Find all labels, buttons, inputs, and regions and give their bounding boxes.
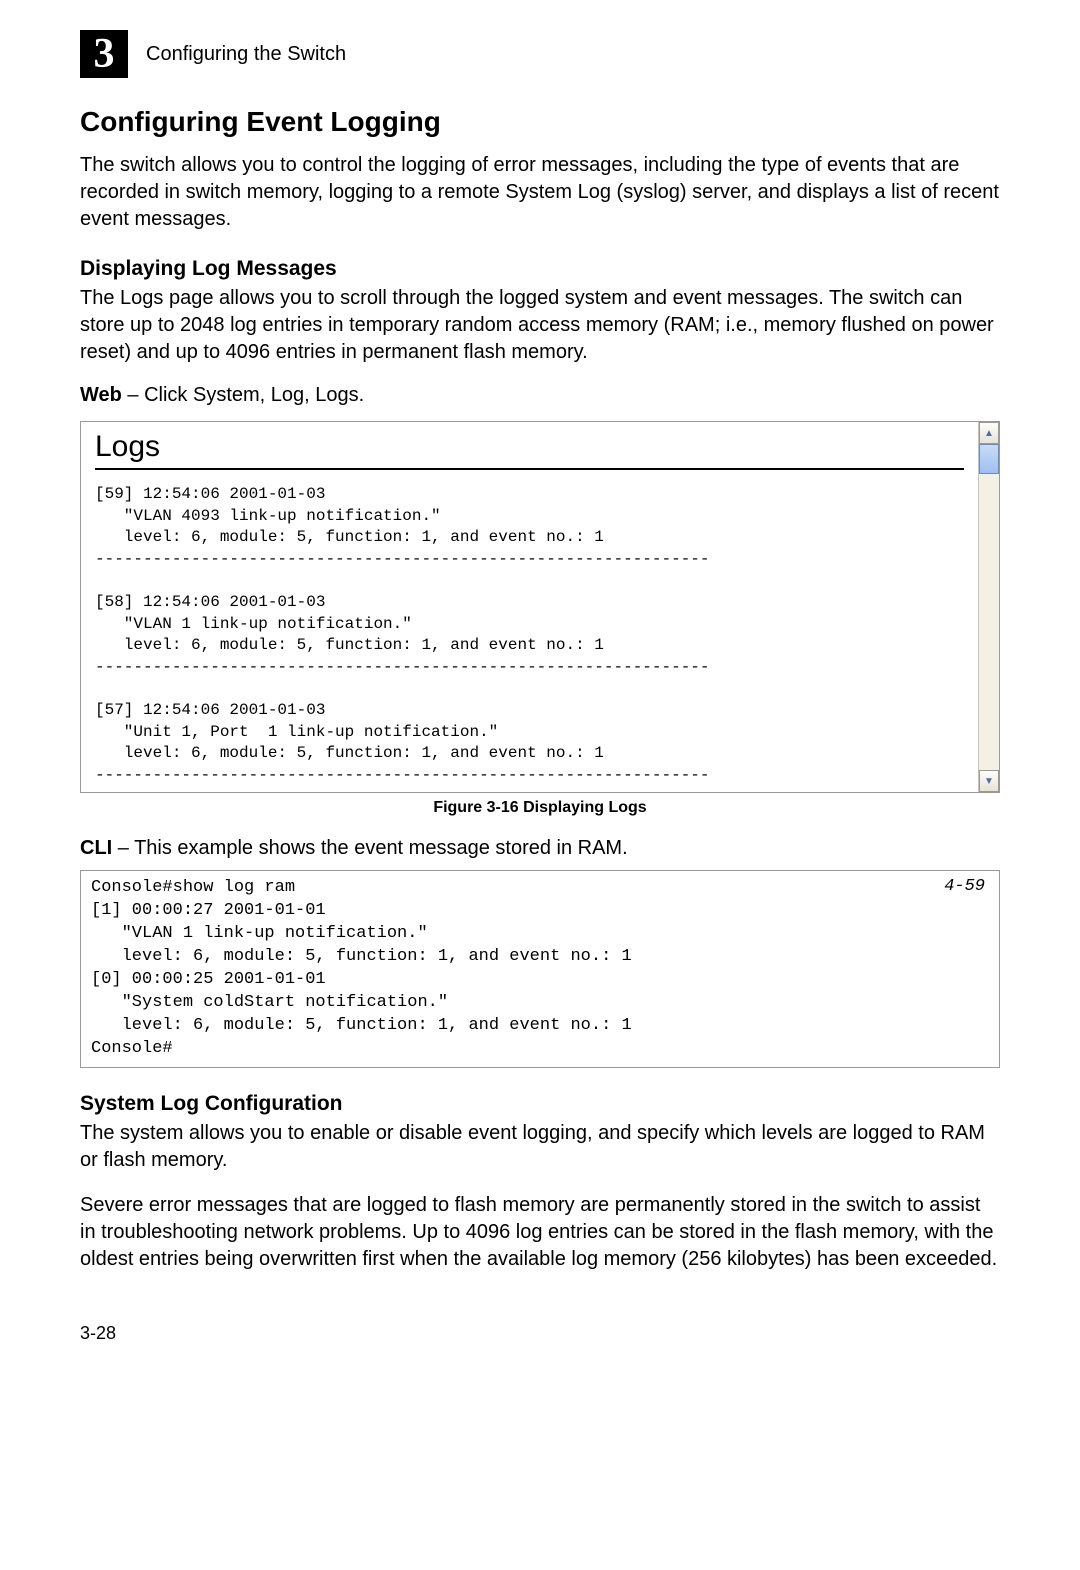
chapter-number-badge: 3	[80, 30, 128, 78]
logs-content: Logs [59] 12:54:06 2001-01-03 "VLAN 4093…	[81, 422, 978, 792]
scroll-track[interactable]	[979, 444, 999, 770]
subsection-heading-system-log-configuration: System Log Configuration	[80, 1092, 1000, 1116]
intro-paragraph: The switch allows you to control the log…	[80, 152, 1000, 233]
page-number: 3-28	[80, 1323, 1000, 1344]
logs-heading-wrap: Logs	[95, 430, 964, 470]
scroll-down-button[interactable]: ▼	[979, 770, 999, 792]
scroll-thumb[interactable]	[979, 444, 999, 474]
syslog-p1: The system allows you to enable or disab…	[80, 1120, 1000, 1174]
cli-output-text: Console#show log ram [1] 00:00:27 2001-0…	[91, 877, 989, 1061]
cli-page-ref: 4-59	[944, 877, 985, 896]
subsection1-body: The Logs page allows you to scroll throu…	[80, 285, 1000, 366]
logs-text: [59] 12:54:06 2001-01-03 "VLAN 4093 link…	[95, 484, 964, 792]
web-path: – Click System, Log, Logs.	[122, 384, 364, 406]
chapter-title: Configuring the Switch	[146, 43, 346, 66]
logs-screenshot-frame: Logs [59] 12:54:06 2001-01-03 "VLAN 4093…	[80, 421, 1000, 793]
section-heading: Configuring Event Logging	[80, 106, 1000, 138]
vertical-scrollbar[interactable]: ▲ ▼	[978, 422, 999, 792]
web-label: Web	[80, 384, 122, 406]
cli-intro-line: CLI – This example shows the event messa…	[80, 837, 1000, 860]
scroll-up-button[interactable]: ▲	[979, 422, 999, 444]
cli-rest: – This example shows the event message s…	[112, 837, 627, 859]
chevron-down-icon: ▼	[984, 776, 994, 787]
syslog-p2: Severe error messages that are logged to…	[80, 1192, 1000, 1273]
cli-output-box: 4-59 Console#show log ram [1] 00:00:27 2…	[80, 870, 1000, 1068]
figure-caption: Figure 3-16 Displaying Logs	[80, 799, 1000, 817]
chevron-up-icon: ▲	[984, 428, 994, 439]
page: 3 Configuring the Switch Configuring Eve…	[0, 0, 1080, 1384]
cli-label: CLI	[80, 837, 112, 859]
web-nav-line: Web – Click System, Log, Logs.	[80, 384, 1000, 407]
chapter-header: 3 Configuring the Switch	[80, 30, 1000, 78]
subsection-heading-displaying-log-messages: Displaying Log Messages	[80, 257, 1000, 281]
logs-panel-title: Logs	[95, 430, 964, 464]
